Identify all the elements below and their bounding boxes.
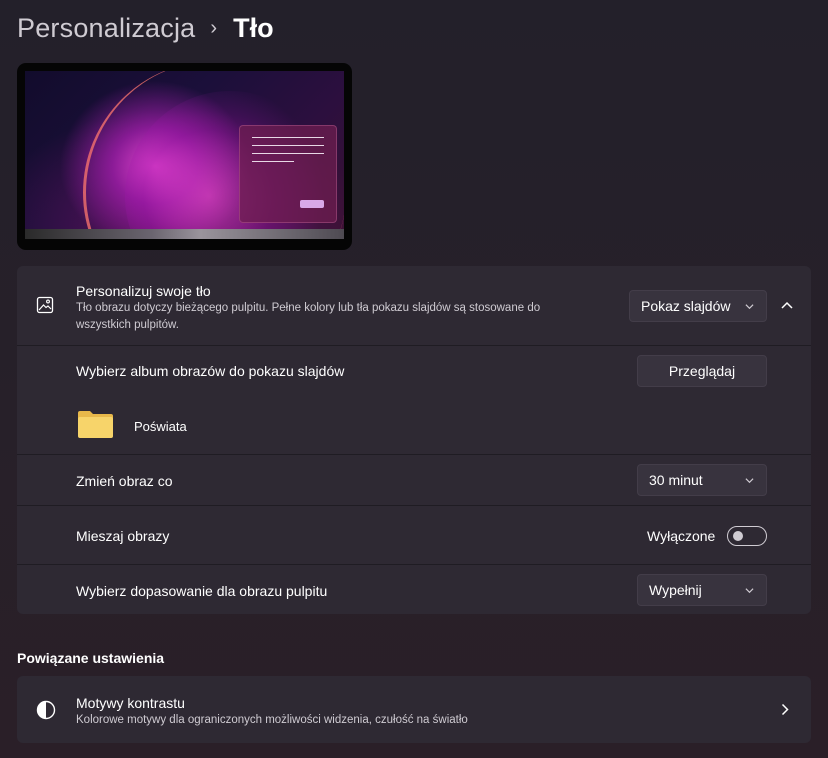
chevron-up-icon[interactable]: [781, 301, 793, 309]
folder-icon: [78, 411, 113, 438]
background-type-value: Pokaz slajdów: [641, 298, 731, 314]
page-title: Tło: [233, 12, 274, 43]
contrast-themes-description: Kolorowe motywy dla ograniczonych możliw…: [76, 714, 468, 726]
breadcrumb: Personalizacja › Tło: [17, 10, 274, 46]
background-type-dropdown[interactable]: Pokaz slajdów: [629, 290, 767, 322]
shuffle-row: Mieszaj obrazy Wyłączone: [17, 505, 811, 564]
contrast-icon: [36, 700, 56, 720]
personalize-background-row: Personalizuj swoje tło Tło obrazu dotycz…: [17, 266, 811, 345]
fit-row: Wybierz dopasowanie dla obrazu pulpitu W…: [17, 564, 811, 615]
change-interval-row: Zmień obraz co 30 minut: [17, 454, 811, 506]
chevron-down-icon: [745, 477, 754, 483]
fit-label: Wybierz dopasowanie dla obrazu pulpitu: [76, 583, 328, 599]
shuffle-toggle[interactable]: [727, 526, 767, 546]
browse-button[interactable]: Przeglądaj: [637, 355, 767, 387]
preview-taskbar: [25, 229, 344, 239]
background-settings-card: Personalizuj swoje tło Tło obrazu dotycz…: [17, 266, 811, 614]
interval-dropdown[interactable]: 30 minut: [637, 464, 767, 496]
fit-dropdown[interactable]: Wypełnij: [637, 574, 767, 606]
personalize-background-description: Tło obrazu dotyczy bieżącego pulpitu. Pe…: [76, 302, 541, 331]
slideshow-album-row: Wybierz album obrazów do pokazu slajdów …: [17, 345, 811, 454]
image-icon: [36, 296, 54, 314]
fit-value: Wypełnij: [649, 582, 702, 598]
contrast-themes-card[interactable]: Motywy kontrastu Kolorowe motywy dla ogr…: [17, 676, 811, 743]
contrast-themes-title: Motywy kontrastu: [76, 695, 185, 711]
change-interval-label: Zmień obraz co: [76, 473, 173, 489]
shuffle-state-label: Wyłączone: [647, 528, 716, 544]
chevron-down-icon: [745, 587, 754, 593]
wallpaper-preview-image: [25, 71, 344, 239]
desktop-preview: [17, 63, 352, 250]
chevron-right-icon: [781, 703, 789, 716]
shuffle-label: Mieszaj obrazy: [76, 528, 170, 544]
personalize-background-title: Personalizuj swoje tło: [76, 283, 211, 299]
toggle-knob: [733, 531, 743, 541]
breadcrumb-separator-icon: ›: [210, 16, 218, 39]
album-folder-name[interactable]: Poświata: [134, 419, 187, 434]
chevron-down-icon: [745, 303, 754, 309]
related-settings-heading: Powiązane ustawienia: [17, 650, 165, 666]
preview-window: [239, 125, 337, 223]
breadcrumb-personalization-link[interactable]: Personalizacja: [17, 13, 195, 44]
interval-value: 30 minut: [649, 472, 703, 488]
slideshow-album-label: Wybierz album obrazów do pokazu slajdów: [76, 363, 345, 379]
